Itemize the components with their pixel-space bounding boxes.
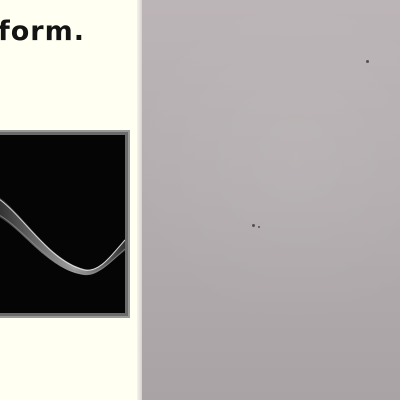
screen-frame xyxy=(0,130,130,318)
wall-speck xyxy=(252,224,255,227)
waveform-graphic xyxy=(0,197,125,276)
waveform-trace-upper xyxy=(0,199,125,271)
wall-speck xyxy=(366,60,369,63)
gray-wall xyxy=(142,0,400,400)
photo-scene: form. xyxy=(0,0,400,400)
waveform-display xyxy=(0,135,125,313)
wall-speck xyxy=(258,226,260,228)
waveform-band xyxy=(0,197,125,276)
caption-text: form. xyxy=(0,16,86,47)
paper-sheet: form. xyxy=(0,0,150,400)
